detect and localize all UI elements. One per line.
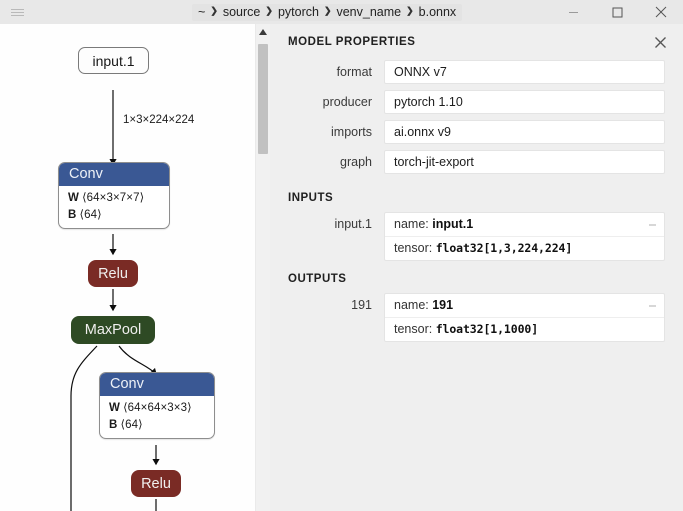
input-tensor-field: tensor: float32[1,3,224,224] (385, 237, 664, 260)
close-button[interactable] (639, 0, 683, 24)
graph-node-attributes: W ⟨64×64×3×3⟩ B ⟨64⟩ (100, 396, 214, 438)
input-name-prefix: name: (394, 217, 432, 231)
graph-node-label: Relu (141, 476, 171, 492)
property-label: producer (288, 90, 384, 114)
attr-value: ⟨64×64×3×3⟩ (123, 402, 192, 414)
property-row-format: format ONNX v7 (288, 60, 665, 84)
property-value[interactable]: ai.onnx v9 (384, 120, 665, 144)
graph-node-label: MaxPool (85, 322, 141, 338)
close-icon[interactable] (647, 29, 673, 55)
graph-node-conv2[interactable]: Conv W ⟨64×64×3×3⟩ B ⟨64⟩ (99, 372, 215, 439)
chevron-right-icon: ❯ (324, 6, 332, 17)
input-name-value: input.1 (432, 217, 473, 231)
title-bar: ~ ❯ source ❯ pytorch ❯ venv_name ❯ b.onn… (0, 0, 683, 24)
input-tensor-value: float32[1,3,224,224] (436, 241, 572, 255)
attr-key: W (68, 192, 79, 204)
output-tensor-field: tensor: float32[1,1000] (385, 318, 664, 341)
graph-node-relu2[interactable]: Relu (131, 470, 181, 497)
graph-node-conv1[interactable]: Conv W ⟨64×3×7×7⟩ B ⟨64⟩ (58, 162, 170, 229)
hamburger-menu-icon[interactable] (0, 0, 32, 24)
app-window: ~ ❯ source ❯ pytorch ❯ venv_name ❯ b.onn… (0, 0, 683, 511)
graph-node-maxpool1[interactable]: MaxPool (71, 316, 155, 344)
graph-node-title: Conv (100, 373, 214, 396)
input-tensor-prefix: tensor: (394, 241, 436, 255)
attr-value: ⟨64×3×7×7⟩ (82, 192, 144, 204)
property-row-graph: graph torch-jit-export (288, 150, 665, 174)
output-name-value: 191 (432, 298, 453, 312)
graph-node-attributes: W ⟨64×3×7×7⟩ B ⟨64⟩ (59, 186, 169, 228)
input-card: name: input.1 tensor: float32[1,3,224,22… (384, 212, 665, 261)
output-card: name: 191 tensor: float32[1,1000] (384, 293, 665, 342)
triangle-up-icon[interactable] (256, 24, 270, 39)
graph-node-label: Relu (98, 266, 128, 282)
window-controls (551, 0, 683, 24)
maximize-button[interactable] (595, 0, 639, 24)
property-label: format (288, 60, 384, 84)
breadcrumb-item-pytorch[interactable]: pytorch (278, 5, 319, 19)
attr-value: ⟨64⟩ (80, 209, 102, 221)
output-tensor-prefix: tensor: (394, 322, 436, 336)
graph-scrollbar[interactable] (255, 24, 270, 511)
minimize-button[interactable] (551, 0, 595, 24)
input-name-field[interactable]: name: input.1 (385, 213, 664, 237)
model-properties-list: format ONNX v7 producer pytorch 1.10 imp… (270, 60, 683, 174)
breadcrumb[interactable]: ~ ❯ source ❯ pytorch ❯ venv_name ❯ b.onn… (192, 4, 462, 21)
chevron-down-icon[interactable] (649, 218, 656, 232)
graph-edge-label-input-shape: 1×3×224×224 (123, 114, 194, 126)
property-row-producer: producer pytorch 1.10 (288, 90, 665, 114)
graph-node-attr-row: W ⟨64×64×3×3⟩ (109, 400, 205, 416)
property-label: graph (288, 150, 384, 174)
output-tensor-value: float32[1,1000] (436, 322, 538, 336)
section-title-inputs: INPUTS (270, 180, 683, 212)
property-label: imports (288, 120, 384, 144)
model-properties-panel: MODEL PROPERTIES format ONNX v7 producer… (270, 24, 683, 511)
output-name-field[interactable]: name: 191 (385, 294, 664, 318)
breadcrumb-item-file[interactable]: b.onnx (419, 5, 457, 19)
graph-canvas[interactable]: input.1 1×3×224×224 Conv W ⟨64×3×7×7⟩ B … (0, 24, 255, 511)
graph-node-attr-row: B ⟨64⟩ (68, 207, 160, 223)
attr-key: W (109, 402, 120, 414)
input-label: input.1 (288, 212, 384, 236)
output-label: 191 (288, 293, 384, 317)
graph-node-relu1[interactable]: Relu (88, 260, 138, 287)
panel-title: MODEL PROPERTIES (288, 36, 415, 48)
breadcrumb-item-venv-name[interactable]: venv_name (336, 5, 401, 19)
breadcrumb-item-source[interactable]: source (223, 5, 261, 19)
chevron-right-icon: ❯ (265, 6, 273, 17)
attr-value: ⟨64⟩ (121, 419, 143, 431)
panel-header: MODEL PROPERTIES (270, 24, 683, 60)
property-row-imports: imports ai.onnx v9 (288, 120, 665, 144)
chevron-right-icon: ❯ (210, 6, 218, 17)
chevron-down-icon[interactable] (649, 299, 656, 313)
graph-node-title: Conv (59, 163, 169, 186)
graph-node-input1[interactable]: input.1 (78, 47, 149, 74)
property-value[interactable]: ONNX v7 (384, 60, 665, 84)
section-title-outputs: OUTPUTS (270, 261, 683, 293)
property-value[interactable]: torch-jit-export (384, 150, 665, 174)
attr-key: B (68, 209, 76, 221)
input-row-input1: input.1 name: input.1 tensor: float32[1,… (270, 212, 683, 261)
output-row-191: 191 name: 191 tensor: float32[1,1000] (270, 293, 683, 342)
breadcrumb-item-home[interactable]: ~ (198, 5, 205, 19)
graph-node-label: input.1 (92, 53, 134, 69)
chevron-right-icon: ❯ (406, 6, 414, 17)
graph-node-attr-row: W ⟨64×3×7×7⟩ (68, 190, 160, 206)
output-name-prefix: name: (394, 298, 432, 312)
graph-node-attr-row: B ⟨64⟩ (109, 417, 205, 433)
attr-key: B (109, 419, 117, 431)
property-value[interactable]: pytorch 1.10 (384, 90, 665, 114)
scrollbar-thumb[interactable] (258, 44, 268, 154)
